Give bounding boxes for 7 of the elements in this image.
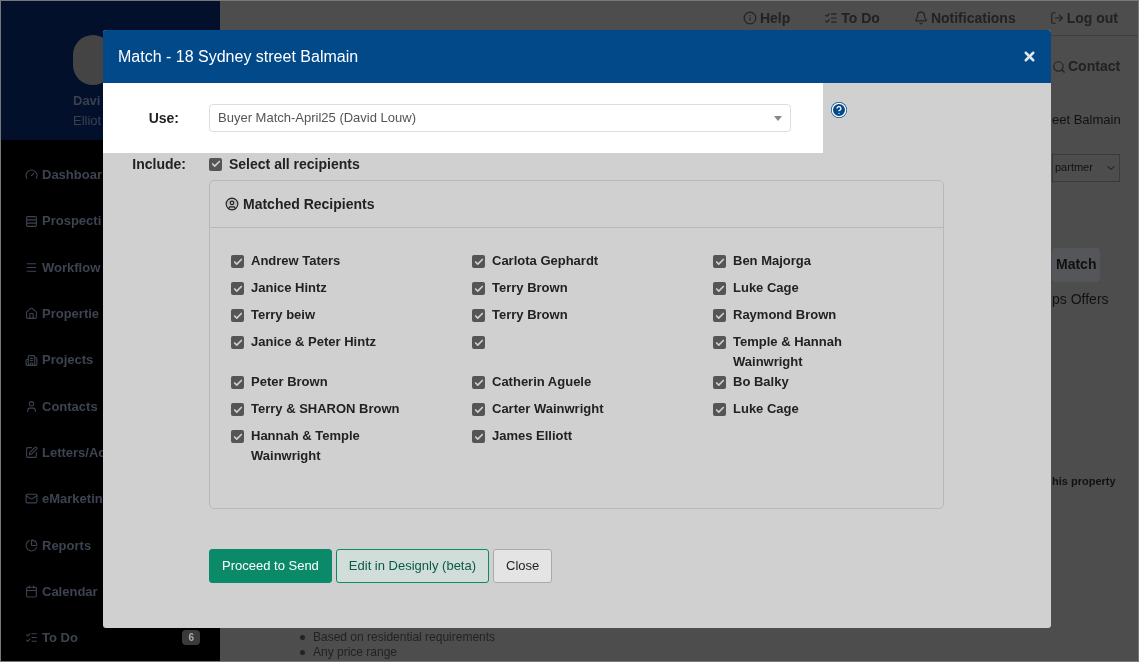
panel-title: Matched Recipients [243, 194, 375, 214]
field-label: Include: [131, 155, 186, 174]
note-text: his property [1052, 473, 1116, 489]
property-title: eet Balmain [1052, 111, 1121, 129]
count-badge: 6 [182, 630, 200, 646]
dialog-title: Match - 18 Sydney street Balmain [118, 46, 359, 67]
field-label: Use: [147, 108, 179, 128]
